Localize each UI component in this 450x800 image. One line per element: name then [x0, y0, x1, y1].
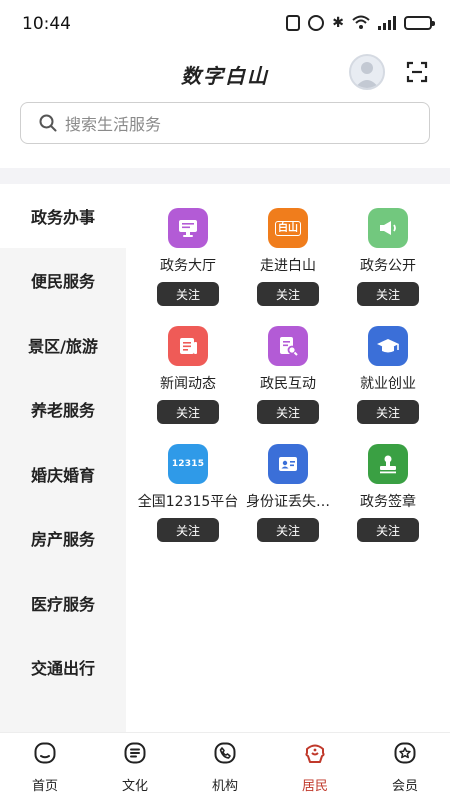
- tab-culture[interactable]: 文化: [90, 733, 180, 800]
- service-tile-lost-id-card[interactable]: 身份证丢失… 关注: [234, 420, 342, 542]
- scan-icon: [406, 61, 428, 83]
- category-sidebar: 政务办事 便民服务 景区/旅游 养老服务 婚庆婚育 房产服务 医疗服务 交通出行: [0, 184, 126, 732]
- tab-label: 文化: [121, 779, 148, 794]
- follow-button[interactable]: 关注: [357, 518, 419, 542]
- wifi-icon: [352, 15, 370, 31]
- sidebar-item-transportation[interactable]: 交通出行: [0, 635, 126, 699]
- sidebar-item-property-services[interactable]: 房产服务: [0, 506, 126, 570]
- service-tile-government-disclosure[interactable]: 政务公开 关注: [334, 184, 442, 306]
- avatar[interactable]: [349, 54, 385, 90]
- service-label: 就业创业: [360, 376, 416, 392]
- sidebar-item-elderly-care[interactable]: 养老服务: [0, 377, 126, 441]
- baishan-logo-icon: 白山: [268, 208, 308, 248]
- app-header: 数字白山: [0, 50, 450, 100]
- status-time: 10:44: [22, 14, 71, 34]
- service-label: 政务签章: [360, 494, 416, 510]
- member-star-icon: [394, 742, 416, 764]
- signal-icon: [378, 16, 396, 30]
- service-tile-government-seal[interactable]: 政务签章 关注: [334, 420, 442, 542]
- follow-button[interactable]: 关注: [257, 518, 319, 542]
- status-bar: 10:44 ✱: [0, 0, 450, 50]
- service-tile-12315-platform[interactable]: 12315 全国12315平台 关注: [134, 420, 242, 542]
- user-avatar-icon: [355, 62, 379, 88]
- resident-icon: [305, 744, 325, 763]
- follow-button[interactable]: 关注: [157, 518, 219, 542]
- search-icon: [39, 114, 57, 132]
- tab-label: 居民: [301, 779, 328, 794]
- 12315-logo-icon: 12315: [168, 444, 208, 484]
- bluetooth-icon: ✱: [332, 15, 344, 31]
- bottom-tab-bar: 首页 文化 机构 居民 会员: [0, 732, 450, 800]
- service-tile-government-hall[interactable]: 政务大厅 关注: [134, 184, 242, 306]
- home-icon: [34, 742, 56, 764]
- tab-residents[interactable]: 居民: [270, 733, 360, 800]
- phone-icon: [214, 742, 236, 764]
- tab-membership[interactable]: 会员: [360, 733, 450, 800]
- service-grid: 政务大厅 关注 白山 走进白山 关注 政务公开 关注 新闻动态 关注 政民互动 …: [126, 184, 450, 732]
- document-search-icon: [268, 326, 308, 366]
- sidebar-item-scenic-tourism[interactable]: 景区/旅游: [0, 313, 126, 377]
- tab-label: 机构: [211, 779, 238, 794]
- stamp-icon: [368, 444, 408, 484]
- 12315-logo-text: 12315: [171, 459, 205, 469]
- tab-institutions[interactable]: 机构: [180, 733, 270, 800]
- service-tile-citizen-interaction[interactable]: 政民互动 关注: [234, 302, 342, 424]
- tab-label: 会员: [391, 779, 418, 794]
- baishan-logo-text: 白山: [275, 220, 301, 236]
- search-placeholder: 搜索生活服务: [65, 115, 162, 134]
- section-divider: [0, 168, 450, 184]
- monitor-icon: [168, 208, 208, 248]
- scan-button[interactable]: [406, 61, 428, 83]
- status-icons: ✱: [286, 15, 435, 31]
- sidebar-item-government-affairs[interactable]: 政务办事: [0, 184, 126, 248]
- sidebar-item-wedding-childbirth[interactable]: 婚庆婚育: [0, 442, 126, 506]
- service-tile-news[interactable]: 新闻动态 关注: [134, 302, 242, 424]
- news-icon: [168, 326, 208, 366]
- search-input[interactable]: 搜索生活服务: [20, 102, 430, 144]
- id-card-icon: [268, 444, 308, 484]
- graduation-cap-icon: [368, 326, 408, 366]
- sidebar-item-medical-services[interactable]: 医疗服务: [0, 571, 126, 635]
- megaphone-icon: [368, 208, 408, 248]
- battery-icon: [404, 16, 435, 30]
- service-label: 政务公开: [360, 258, 416, 274]
- list-icon: [124, 742, 146, 764]
- alarm-icon: [308, 15, 325, 31]
- service-tile-employment[interactable]: 就业创业 关注: [334, 302, 442, 424]
- sidebar-item-convenience-services[interactable]: 便民服务: [0, 248, 126, 312]
- nfc-icon: [286, 15, 301, 31]
- tab-label: 首页: [31, 779, 58, 794]
- tab-home[interactable]: 首页: [0, 733, 90, 800]
- service-tile-visit-baishan[interactable]: 白山 走进白山 关注: [234, 184, 342, 306]
